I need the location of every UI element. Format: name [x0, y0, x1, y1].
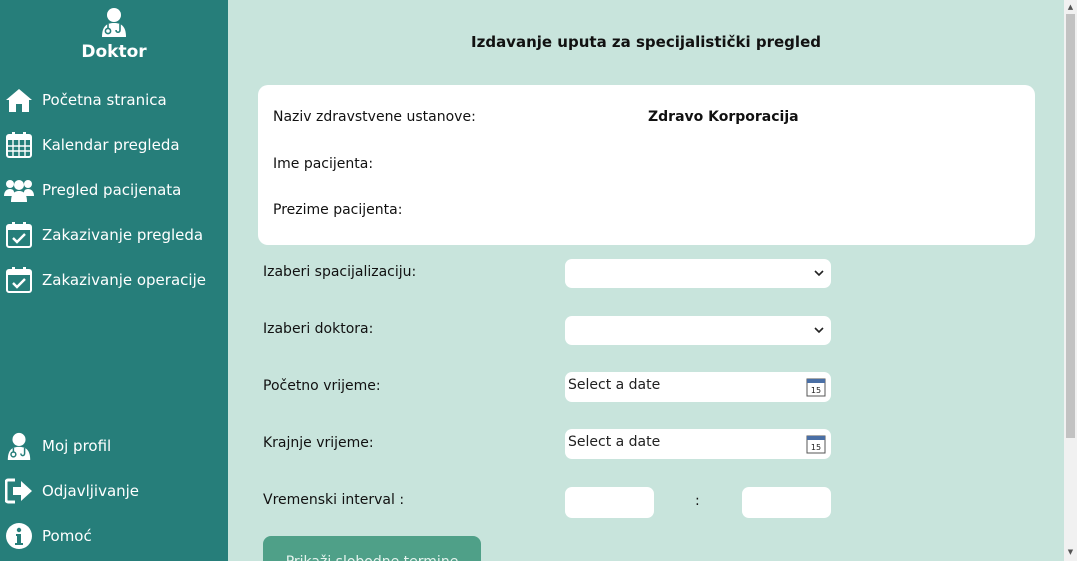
- brand-title: Doktor: [81, 42, 147, 62]
- patient-last-name-label: Prezime pacijenta:: [273, 202, 403, 218]
- interval-separator: :: [695, 493, 700, 509]
- calendar-check-icon: [4, 265, 34, 295]
- interval-hours-input[interactable]: [565, 487, 654, 518]
- nav-item-label: Početna stranica: [42, 91, 167, 109]
- scroll-thumb[interactable]: [1066, 14, 1075, 438]
- users-icon: [4, 175, 34, 205]
- interval-label: Vremenski interval :: [263, 492, 405, 508]
- scroll-down-arrow[interactable]: ▼: [1066, 547, 1075, 557]
- nav-item-label: Zakazivanje operacije: [42, 271, 206, 289]
- doctor-icon: [102, 8, 126, 37]
- patient-first-name-label: Ime pacijenta:: [273, 156, 374, 172]
- institution-label: Naziv zdravstvene ustanove:: [273, 109, 476, 125]
- svg-text:15: 15: [811, 443, 821, 452]
- nav-item-pregled-pacijenata[interactable]: Pregled pacijenata: [4, 174, 181, 206]
- scroll-up-arrow[interactable]: ▲: [1066, 2, 1075, 12]
- nav-item-moj-profil[interactable]: Moj profil: [4, 430, 111, 462]
- doctor-label: Izaberi doktora:: [263, 321, 374, 337]
- doctor-select[interactable]: [565, 316, 831, 345]
- sidebar: Doktor Početna stranica Kalendar pregled…: [0, 0, 228, 561]
- specialization-label: Izaberi spacijalizaciju:: [263, 264, 417, 280]
- start-date-placeholder: Select a date: [568, 377, 661, 393]
- chevron-down-icon: [814, 327, 824, 334]
- nav-item-kalendar-pregleda[interactable]: Kalendar pregleda: [4, 129, 180, 161]
- nav-item-odjavljivanje[interactable]: Odjavljivanje: [4, 475, 139, 507]
- nav-item-pomoc[interactable]: Pomoć: [4, 520, 92, 552]
- nav-item-label: Pregled pacijenata: [42, 181, 182, 199]
- chevron-down-icon: [814, 270, 824, 277]
- start-date-picker[interactable]: Select a date 15: [565, 372, 831, 402]
- doctor-icon: [4, 431, 34, 461]
- show-free-slots-button[interactable]: Prikaži slobodne termine: [263, 536, 481, 561]
- page-title: Izdavanje uputa za specijalistički pregl…: [471, 33, 821, 51]
- nav-item-zakazivanje-operacije[interactable]: Zakazivanje operacije: [4, 264, 206, 296]
- brand: Doktor: [0, 6, 228, 62]
- sign-out-icon: [4, 476, 34, 506]
- nav-item-label: Zakazivanje pregleda: [42, 226, 204, 244]
- patient-info-card: Naziv zdravstvene ustanove: Zdravo Korpo…: [258, 85, 1035, 245]
- interval-minutes-input[interactable]: [742, 487, 831, 518]
- nav-item-pocetna-stranica[interactable]: Početna stranica: [4, 84, 167, 116]
- nav-item-label: Moj profil: [42, 437, 112, 455]
- info-icon: [4, 521, 34, 551]
- svg-text:15: 15: [811, 386, 821, 395]
- calendar-check-icon: [4, 220, 34, 250]
- home-icon: [4, 85, 34, 115]
- nav-item-label: Kalendar pregleda: [42, 136, 180, 154]
- specialization-select[interactable]: [565, 259, 831, 288]
- calendar-icon[interactable]: 15: [806, 377, 826, 397]
- calendar-icon[interactable]: 15: [806, 434, 826, 454]
- start-time-label: Početno vrijeme:: [263, 378, 381, 394]
- end-date-picker[interactable]: Select a date 15: [565, 429, 831, 459]
- institution-value: Zdravo Korporacija: [648, 109, 799, 125]
- end-time-label: Krajnje vrijeme:: [263, 435, 374, 451]
- nav-item-zakazivanje-pregleda[interactable]: Zakazivanje pregleda: [4, 219, 203, 251]
- nav-item-label: Odjavljivanje: [42, 482, 140, 500]
- calendar-icon: [4, 130, 34, 160]
- end-date-placeholder: Select a date: [568, 434, 661, 450]
- nav-item-label: Pomoć: [42, 527, 92, 545]
